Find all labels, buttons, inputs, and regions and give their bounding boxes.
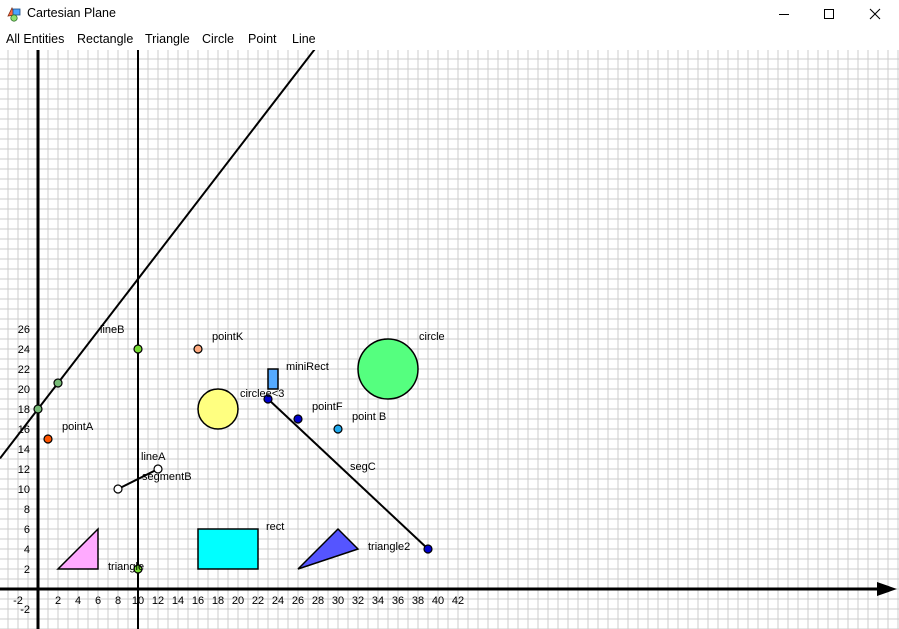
rectangle-rect[interactable]: [197, 528, 259, 570]
x-tick-label: 26: [292, 595, 304, 607]
line-handle[interactable]: [33, 404, 43, 414]
x-tick-label: 24: [272, 595, 284, 607]
entity-label-pointf: pointF: [312, 401, 343, 413]
x-tick-label: 18: [212, 595, 224, 607]
y-tick-label: 18: [18, 404, 30, 416]
y-tick-label: -2: [20, 604, 30, 616]
point-point-b[interactable]: [333, 424, 343, 434]
line-handle[interactable]: [53, 378, 63, 388]
y-tick-label: 12: [18, 464, 30, 476]
close-button[interactable]: [852, 0, 898, 28]
entity-label-segmentb: segmentB: [142, 471, 192, 483]
x-tick-label: 6: [95, 595, 101, 607]
x-tick-label: 20: [232, 595, 244, 607]
y-tick-label: 26: [18, 324, 30, 336]
y-tick-label: 6: [24, 524, 30, 536]
y-tick-label: 8: [24, 504, 30, 516]
point-pointk[interactable]: [193, 344, 203, 354]
line-handle[interactable]: [133, 344, 143, 354]
x-tick-label: 16: [192, 595, 204, 607]
menu-triangle[interactable]: Triangle: [145, 32, 190, 46]
entity-label-rect: rect: [266, 521, 284, 533]
x-tick-label: 36: [392, 595, 404, 607]
x-tick-label: 40: [432, 595, 444, 607]
y-tick-label: 20: [18, 384, 30, 396]
entity-label-triangle2: triangle2: [368, 541, 410, 553]
entity-label-minirect: miniRect: [286, 361, 329, 373]
menu-point[interactable]: Point: [248, 32, 277, 46]
rectangle-minirect[interactable]: [267, 368, 279, 390]
entity-label-pointa: pointA: [62, 421, 94, 433]
x-tick-label: 14: [172, 595, 184, 607]
x-tick-label: 28: [312, 595, 324, 607]
entity-label-pointk: pointK: [212, 331, 244, 343]
y-tick-label: 10: [18, 484, 30, 496]
circle-circlee-3[interactable]: [197, 388, 239, 430]
segment-handle[interactable]: [113, 484, 123, 494]
entity-label-circlee-3: circlee<3: [240, 388, 284, 400]
y-tick-label: 4: [24, 544, 30, 556]
menu-rectangle[interactable]: Rectangle: [77, 32, 133, 46]
entity-label-triangle: triangle: [108, 561, 144, 573]
y-tick-label: 24: [18, 344, 30, 356]
maximize-icon: [824, 9, 834, 19]
entity-label-segc: segC: [350, 461, 376, 473]
segment-handle[interactable]: [423, 544, 433, 554]
entity-label-point-b: point B: [352, 411, 386, 423]
close-icon: [869, 8, 881, 20]
minimize-button[interactable]: [761, 0, 807, 28]
grid: [0, 50, 899, 629]
window-title: Cartesian Plane: [27, 6, 116, 20]
x-tick-label: 4: [75, 595, 81, 607]
menu-circle[interactable]: Circle: [202, 32, 234, 46]
entity-label-linea: lineA: [141, 451, 166, 463]
app-icon: [7, 7, 21, 22]
minimize-icon: [779, 14, 789, 15]
x-tick-label: 8: [115, 595, 121, 607]
entity-label-circle: circle: [419, 331, 445, 343]
cartesian-plane[interactable]: -224681012141618202224262830323436384042…: [0, 50, 899, 629]
menu-line[interactable]: Line: [292, 32, 316, 46]
menu-bar: All Entities Rectangle Triangle Circle P…: [0, 30, 899, 50]
x-axis-arrow-icon: [877, 582, 897, 596]
point-pointf[interactable]: [293, 414, 303, 424]
point-pointa[interactable]: [43, 434, 53, 444]
x-tick-label: 2: [55, 595, 61, 607]
circle-circle[interactable]: [357, 338, 419, 400]
entity-label-lineb: lineB: [100, 324, 124, 336]
line-lineb[interactable]: [0, 50, 899, 460]
x-tick-label: 22: [252, 595, 264, 607]
y-tick-label: 14: [18, 444, 30, 456]
x-tick-label: 34: [372, 595, 384, 607]
x-tick-label: 42: [452, 595, 464, 607]
maximize-button[interactable]: [806, 0, 852, 28]
x-tick-label: 12: [152, 595, 164, 607]
y-tick-label: 22: [18, 364, 30, 376]
menu-all-entities[interactable]: All Entities: [6, 32, 64, 46]
x-tick-label: 30: [332, 595, 344, 607]
y-tick-label: 2: [24, 564, 30, 576]
x-tick-label: 38: [412, 595, 424, 607]
title-bar[interactable]: Cartesian Plane: [0, 0, 899, 28]
x-tick-label: 32: [352, 595, 364, 607]
